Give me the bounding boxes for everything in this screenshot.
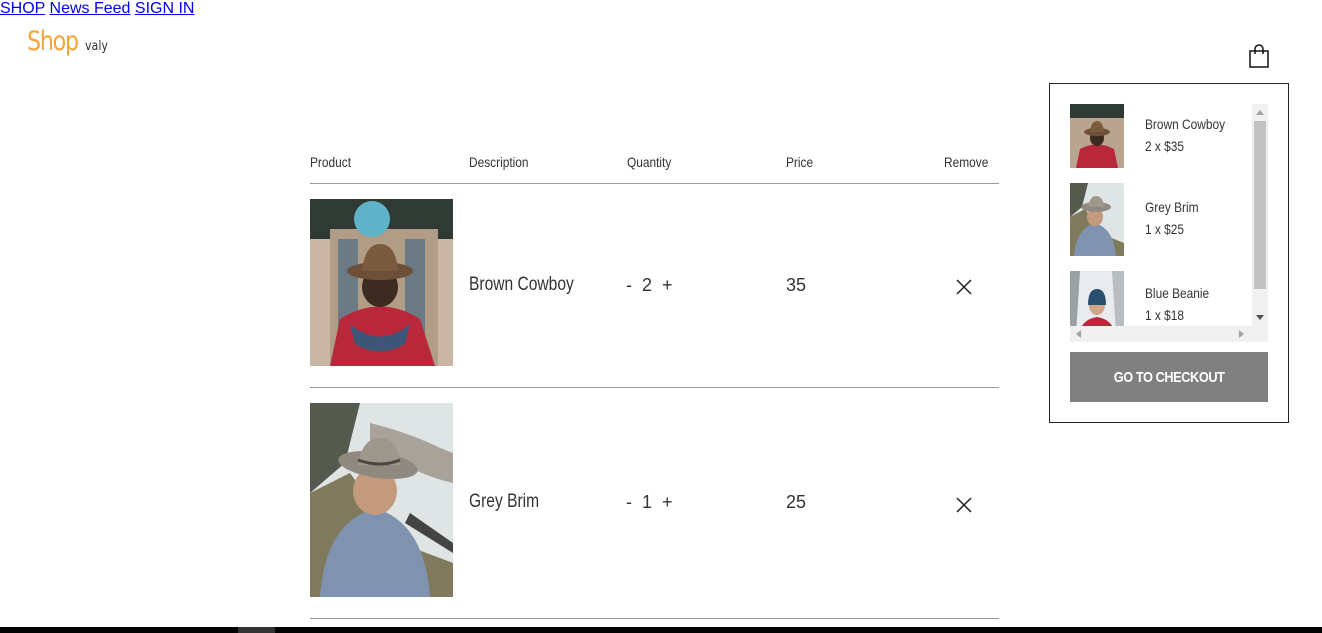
list-item[interactable]: Grey Brim 1 x $25 bbox=[1070, 183, 1250, 256]
product-image-brown-cowboy[interactable] bbox=[310, 199, 453, 366]
checkout-label: GO TO CHECKOUT bbox=[1113, 368, 1225, 386]
mini-cart-item-name: Grey Brim bbox=[1145, 199, 1199, 215]
header-price: Price bbox=[786, 154, 814, 170]
nav-sign-in-link[interactable]: SIGN IN bbox=[135, 0, 195, 17]
quantity-value: 1 bbox=[642, 492, 653, 512]
top-nav: SHOP News Feed SIGN IN bbox=[0, 0, 1322, 18]
product-price: 25 bbox=[786, 492, 807, 512]
mini-cart-image-brown-cowboy bbox=[1070, 104, 1124, 168]
quantity-value: 2 bbox=[642, 275, 653, 295]
header-quantity: Quantity bbox=[627, 154, 672, 170]
table-header: Product Description Quantity Price Remov… bbox=[310, 150, 999, 184]
horizontal-scrollbar[interactable] bbox=[1070, 326, 1268, 342]
table-row: Grey Brim - 1 + 25 bbox=[310, 388, 999, 619]
taskbar-segment bbox=[238, 627, 275, 633]
scroll-down-arrow-icon[interactable] bbox=[1256, 315, 1264, 321]
mini-cart-item-qty-price: 2 x $35 bbox=[1145, 138, 1185, 154]
product-name: Grey Brim bbox=[469, 491, 540, 512]
product-price: 35 bbox=[786, 275, 807, 295]
mini-cart-image-grey-brim bbox=[1070, 183, 1124, 256]
quantity-increase-button[interactable]: + bbox=[662, 492, 673, 513]
nav-news-feed-link[interactable]: News Feed bbox=[50, 0, 131, 17]
scroll-left-arrow-icon[interactable] bbox=[1075, 330, 1081, 338]
table-row: Brown Cowboy - 2 + 35 bbox=[310, 184, 999, 388]
product-image-grey-brim[interactable] bbox=[310, 403, 453, 597]
quantity-decrease-button[interactable]: - bbox=[626, 275, 632, 296]
mini-cart-item-name: Brown Cowboy bbox=[1145, 116, 1226, 132]
quantity-stepper: - 2 + bbox=[626, 275, 673, 296]
quantity-increase-button[interactable]: + bbox=[662, 275, 673, 296]
header-description: Description bbox=[469, 154, 529, 170]
header-remove: Remove bbox=[944, 154, 989, 170]
header-product: Product bbox=[310, 154, 352, 170]
remove-item-icon[interactable] bbox=[955, 496, 973, 514]
go-to-checkout-button[interactable]: GO TO CHECKOUT bbox=[1070, 352, 1268, 402]
mini-cart-item-qty-price: 1 x $18 bbox=[1145, 307, 1185, 323]
cart-table: Product Description Quantity Price Remov… bbox=[310, 150, 999, 619]
taskbar bbox=[0, 627, 1322, 633]
scroll-up-arrow-icon[interactable] bbox=[1256, 109, 1264, 115]
quantity-decrease-button[interactable]: - bbox=[626, 492, 632, 513]
mini-cart-dropdown: Brown Cowboy 2 x $35 Grey Brim 1 x $25 B… bbox=[1049, 83, 1289, 423]
shopping-bag-icon[interactable] bbox=[1249, 44, 1269, 68]
mini-cart-item-qty-price: 1 x $25 bbox=[1145, 221, 1185, 237]
mini-cart-item-name: Blue Beanie bbox=[1145, 285, 1210, 301]
remove-item-icon[interactable] bbox=[955, 278, 973, 296]
scroll-right-arrow-icon[interactable] bbox=[1239, 330, 1245, 338]
brand-sub: valy bbox=[84, 39, 108, 54]
list-item[interactable]: Brown Cowboy 2 x $35 bbox=[1070, 104, 1250, 172]
brand-name: Shop bbox=[27, 26, 79, 57]
product-name: Brown Cowboy bbox=[469, 274, 574, 295]
mini-cart-list[interactable]: Brown Cowboy 2 x $35 Grey Brim 1 x $25 B… bbox=[1070, 104, 1268, 344]
quantity-stepper: - 1 + bbox=[626, 492, 673, 513]
vertical-scrollbar-thumb[interactable] bbox=[1254, 121, 1266, 289]
vertical-scrollbar[interactable] bbox=[1252, 104, 1268, 326]
brand-logo[interactable]: Shop valy bbox=[27, 26, 110, 57]
nav-shop-link[interactable]: SHOP bbox=[0, 0, 45, 17]
